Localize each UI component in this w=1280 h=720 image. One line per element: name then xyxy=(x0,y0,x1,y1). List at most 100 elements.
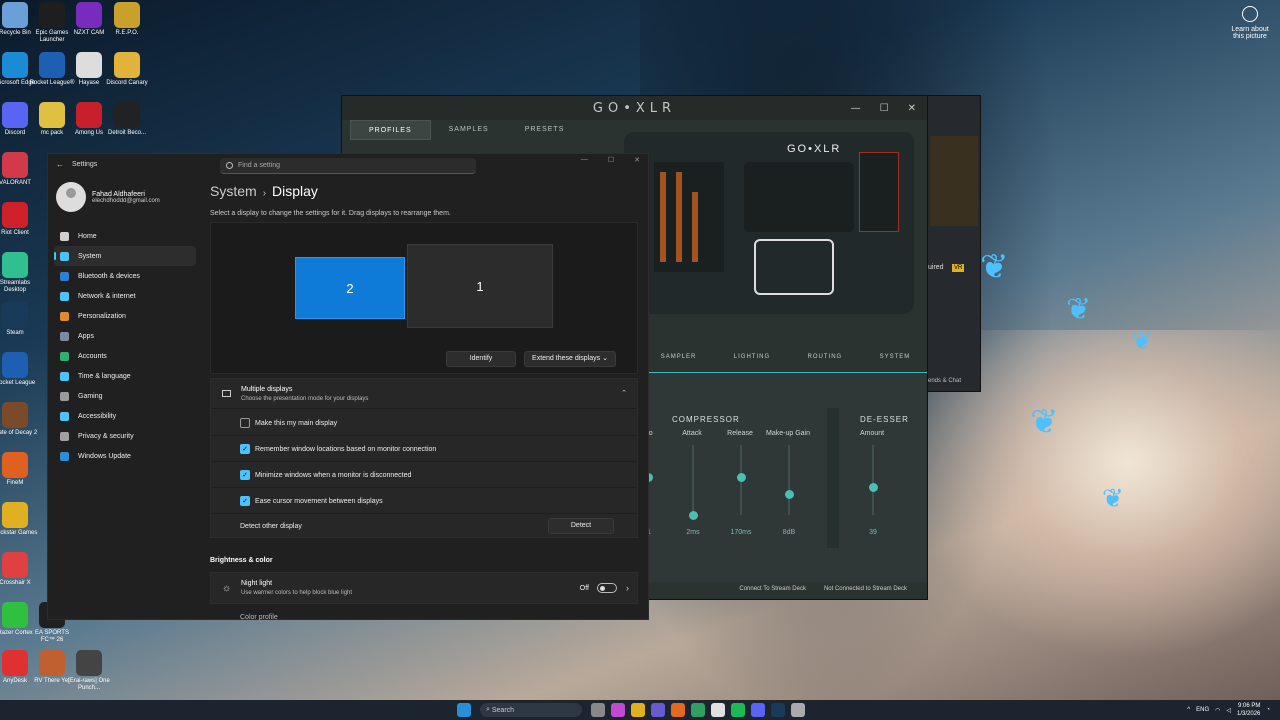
app-icon[interactable] xyxy=(671,703,685,717)
effect-slider[interactable] xyxy=(692,445,694,515)
desktop-icon[interactable]: Rocket League xyxy=(0,352,38,387)
slider-handle[interactable] xyxy=(737,472,746,482)
option-row[interactable]: ✓ Ease cursor movement between displays xyxy=(211,489,637,514)
user-profile[interactable]: Fahad Aldhafeeri elechdhoddd@gmail.com xyxy=(56,182,160,212)
desktop-icon[interactable]: State of Decay 2 xyxy=(0,402,38,437)
night-light-row[interactable]: ☼ Night light Use warmer colors to help … xyxy=(210,572,638,604)
clock[interactable]: 9:06 PM 1/3/2026 xyxy=(1237,702,1260,718)
detect-other-display-label: Detect other display xyxy=(240,523,302,530)
night-light-toggle[interactable] xyxy=(597,583,617,593)
sidebar-item-gaming[interactable]: Gaming xyxy=(54,386,196,406)
app-icon xyxy=(2,352,28,378)
notification-bell-icon[interactable]: ◔ xyxy=(1266,707,1270,713)
chrome-icon[interactable] xyxy=(711,703,725,717)
checkbox[interactable] xyxy=(240,418,250,428)
sidebar-item-network-internet[interactable]: Network & internet xyxy=(54,286,196,306)
sidebar-item-system[interactable]: System xyxy=(54,246,196,266)
app-icon xyxy=(76,2,102,28)
checkbox[interactable]: ✓ xyxy=(240,470,250,480)
close-icon[interactable]: ✕ xyxy=(634,156,640,164)
task-view-icon[interactable] xyxy=(591,703,605,717)
desktop-icon[interactable]: Discord Canary xyxy=(104,52,150,87)
settings-window[interactable]: ← Settings Find a setting — ☐ ✕ Fahad Al… xyxy=(47,153,649,621)
desktop-icon[interactable]: FineM xyxy=(0,452,38,487)
learn-about-picture[interactable]: Learn about this picture xyxy=(1228,6,1272,40)
minimize-icon[interactable]: — xyxy=(851,103,866,114)
desktop-icon[interactable]: Rockstar Games xyxy=(0,502,38,537)
desktop-icon[interactable]: VALORANT xyxy=(0,152,38,187)
sidebar-item-home[interactable]: Home xyxy=(54,226,196,246)
nav-sampler[interactable]: SAMPLER xyxy=(661,354,697,370)
option-label: Remember window locations based on monit… xyxy=(255,445,437,453)
minimize-icon[interactable]: — xyxy=(581,156,588,164)
slider-handle[interactable] xyxy=(785,490,794,499)
tab-presets[interactable]: PRESETS xyxy=(507,120,583,140)
option-row[interactable]: ✓ Remember window locations based on moni… xyxy=(211,437,637,462)
xbox-icon[interactable] xyxy=(691,703,705,717)
sidebar-item-windows-update[interactable]: Windows Update xyxy=(54,446,196,466)
discord-icon[interactable] xyxy=(751,703,765,717)
desktop-icon[interactable]: Streamlabs Desktop xyxy=(0,252,38,294)
desktop-icon[interactable]: Steam xyxy=(0,302,38,337)
app-icon[interactable] xyxy=(651,703,665,717)
effect-slider[interactable] xyxy=(788,445,790,515)
nav-system[interactable]: SYSTEM xyxy=(880,354,911,370)
sidebar-item-accounts[interactable]: Accounts xyxy=(54,346,196,366)
breadcrumb-system[interactable]: System xyxy=(210,183,257,199)
checkbox[interactable]: ✓ xyxy=(240,444,250,454)
sidebar-item-accessibility[interactable]: Accessibility xyxy=(54,406,196,426)
steam-icon[interactable] xyxy=(771,703,785,717)
sidebar-item-time-language[interactable]: Time & language xyxy=(54,366,196,386)
scroll-left-arrow[interactable] xyxy=(827,408,839,548)
color-profile-label[interactable]: Color profile xyxy=(240,614,278,621)
chevron-up-icon[interactable]: ^ xyxy=(1187,707,1190,713)
file-explorer-icon[interactable] xyxy=(631,703,645,717)
copilot-icon[interactable] xyxy=(611,703,625,717)
nav-routing[interactable]: ROUTING xyxy=(808,354,843,370)
identify-button[interactable]: Identify xyxy=(446,351,516,367)
option-row[interactable]: Make this my main display xyxy=(211,411,637,436)
language-indicator[interactable]: ENG xyxy=(1196,707,1209,713)
monitor-2[interactable]: 2 xyxy=(295,257,405,319)
back-arrow-icon[interactable]: ← xyxy=(56,160,64,169)
effect-param-value: 8dB xyxy=(782,529,796,536)
wifi-icon[interactable]: ◠ xyxy=(1215,707,1220,714)
desktop-icon[interactable]: Riot Client xyxy=(0,202,38,237)
close-icon[interactable]: ✕ xyxy=(908,103,921,114)
desktop-icon[interactable]: [Erai-raws] One Punch... xyxy=(66,650,112,692)
option-row[interactable]: ✓ Minimize windows when a monitor is disc… xyxy=(211,463,637,488)
sidebar-item-bluetooth-devices[interactable]: Bluetooth & devices xyxy=(54,266,196,286)
desktop-icon[interactable]: R.E.P.O. xyxy=(104,2,150,37)
spotify-icon[interactable] xyxy=(731,703,745,717)
settings-search-input[interactable]: Find a setting xyxy=(220,158,476,174)
chevron-up-icon[interactable]: ⌃ xyxy=(621,389,627,397)
extend-displays-dropdown[interactable]: Extend these displays ⌄ xyxy=(524,351,616,367)
slider-handle[interactable] xyxy=(689,511,698,520)
sidebar-item-privacy-security[interactable]: Privacy & security xyxy=(54,426,196,446)
tab-profiles[interactable]: PROFILES xyxy=(350,120,431,140)
monitor-1[interactable]: 1 xyxy=(407,244,553,328)
maximize-icon[interactable]: ☐ xyxy=(608,156,614,164)
effect-param-label: Amount xyxy=(859,430,885,437)
checkbox[interactable]: ✓ xyxy=(240,496,250,506)
taskbar-search[interactable]: ⌕ Search xyxy=(480,703,582,717)
volume-icon[interactable]: ◁ xyxy=(1226,707,1231,714)
maximize-icon[interactable]: ☐ xyxy=(880,103,894,114)
sidebar-item-personalization[interactable]: Personalization xyxy=(54,306,196,326)
effect-param-value: 39 xyxy=(869,529,877,536)
desktop-icon[interactable]: Crosshair X xyxy=(0,552,38,587)
settings-gear-icon[interactable] xyxy=(791,703,805,717)
effect-slider[interactable] xyxy=(872,445,874,515)
nav-lighting[interactable]: LIGHTING xyxy=(734,354,770,370)
background-window[interactable]: uired VR ends & Chat xyxy=(925,95,981,392)
tab-samples[interactable]: SAMPLES xyxy=(431,120,507,140)
sidebar-item-apps[interactable]: Apps xyxy=(54,326,196,346)
desktop-icon[interactable]: Detroit Beco... xyxy=(104,102,150,137)
stream-deck-connect[interactable]: Connect To Stream Deck xyxy=(739,586,806,598)
slider-handle[interactable] xyxy=(869,483,878,492)
chevron-right-icon[interactable]: › xyxy=(626,583,629,593)
multiple-displays-header[interactable]: Multiple displays Choose the presentatio… xyxy=(211,379,637,409)
sidebar-item-label: Gaming xyxy=(78,392,103,400)
detect-button[interactable]: Detect xyxy=(548,518,614,534)
start-icon[interactable] xyxy=(457,703,471,717)
